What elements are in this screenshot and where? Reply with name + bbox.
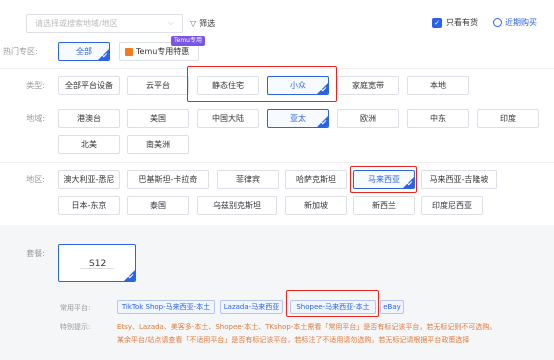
area-item-label: 澳大利亚-悉尼 [63, 175, 115, 184]
area-item[interactable]: 菲律宾 [217, 170, 279, 189]
type-item-label: 小众 [290, 81, 306, 90]
platform-tag-label: eBay [383, 303, 401, 311]
region-item[interactable]: 欧洲 [337, 109, 399, 128]
recent-purchase-label: 近期购买 [505, 18, 537, 27]
area-item[interactable]: 乌兹别克斯坦 [197, 196, 277, 215]
region-item[interactable]: 港澳台 [58, 109, 120, 128]
region-item-label: 南美洲 [146, 140, 170, 149]
package-card-underline [80, 268, 114, 269]
region-item-label: 中东 [430, 114, 446, 123]
hot-zone-label: 热门专区: [3, 47, 38, 56]
hot-all-button[interactable]: 全部 [58, 42, 110, 61]
type-niche-button[interactable]: 小众 [267, 76, 329, 95]
platform-tag-lazada: Lazada-马来西亚 [220, 300, 283, 314]
type-cloud-button[interactable]: 云平台 [127, 76, 189, 95]
type-item-label: 家庭宽带 [352, 81, 384, 90]
only-stock-label: 只看有货 [446, 18, 478, 27]
recent-purchase-link[interactable]: 近期购买 [493, 17, 537, 28]
platforms-label: 常用平台: [60, 304, 91, 312]
tips-line-2: 某余平台/站点请查看「不适用平台」是否有标记该平台，若标注了不适用请勿选购，若无… [117, 336, 470, 344]
hot-all-label: 全部 [76, 47, 92, 56]
area-item-label: 乌兹别克斯坦 [213, 201, 261, 210]
platform-tag-shopee: Shopee-马来西亚-本土 [290, 300, 376, 314]
area-item-label: 印度尼西亚 [432, 201, 472, 210]
region-item[interactable]: 南美洲 [127, 135, 189, 154]
platform-tag-label: TikTok Shop-马来西亚-本土 [121, 303, 211, 311]
area-item[interactable]: 澳大利亚-悉尼 [58, 170, 120, 189]
region-item-apac[interactable]: 亚太 [267, 109, 329, 128]
region-search-select[interactable]: 请选择或搜索地域/地区 ⌵ [26, 14, 183, 33]
region-item[interactable]: 印度 [477, 109, 539, 128]
region-item-label: 欧洲 [360, 114, 376, 123]
area-item-label: 菲律宾 [236, 175, 260, 184]
chevron-down-icon: ⌵ [167, 18, 174, 27]
area-item[interactable]: 巴基斯坦-卡拉奇 [127, 170, 209, 189]
package-label: 套餐: [26, 249, 45, 258]
platform-tag-label: Lazada-马来西亚 [223, 303, 280, 311]
clock-icon [493, 18, 502, 27]
region-item-label: 北美 [81, 140, 97, 149]
type-item-label: 全部平台设备 [65, 81, 113, 90]
area-item[interactable]: 哈萨克斯坦 [285, 170, 347, 189]
region-item-label: 中国大陆 [212, 114, 244, 123]
area-item-malaysia[interactable]: 马来西亚 [353, 170, 415, 189]
type-label: 类型: [26, 81, 45, 90]
package-card-s12[interactable]: S12 [58, 244, 136, 282]
region-item[interactable]: 中东 [407, 109, 469, 128]
area-label: 地区: [26, 175, 45, 184]
area-item-label: 哈萨克斯坦 [296, 175, 336, 184]
region-item-label: 亚太 [290, 114, 306, 123]
region-item-label: 港澳台 [77, 114, 101, 123]
filter-label: 筛选 [199, 19, 216, 28]
region-label: 地域: [26, 114, 45, 123]
type-item-label: 本地 [430, 81, 446, 90]
area-item[interactable]: 日本-东京 [58, 196, 120, 215]
section-divider [0, 68, 554, 69]
area-item[interactable]: 印度尼西亚 [421, 196, 483, 215]
area-item-label: 泰国 [150, 201, 166, 210]
type-local-button[interactable]: 本地 [407, 76, 469, 95]
area-item-label: 马来西亚-吉隆坡 [429, 175, 489, 184]
area-item-label: 新西兰 [372, 201, 396, 210]
temu-logo-icon [125, 47, 133, 56]
area-item-label: 马来西亚 [368, 175, 400, 184]
area-item[interactable]: 新加坡 [285, 196, 347, 215]
platform-tag-ebay: eBay [380, 300, 404, 314]
section-divider [0, 162, 554, 163]
only-stock-checkbox[interactable]: ✓ 只看有货 [432, 17, 478, 28]
tips-label: 特别提示: [60, 323, 91, 331]
area-item-label: 日本-东京 [71, 201, 107, 210]
filter-button[interactable]: ▽ 筛选 [190, 18, 215, 29]
type-item-label: 静态住宅 [212, 81, 244, 90]
region-item[interactable]: 中国大陆 [197, 109, 259, 128]
type-static-residential-button[interactable]: 静态住宅 [197, 76, 259, 95]
checkbox-checked-icon: ✓ [432, 17, 442, 28]
region-item[interactable]: 美国 [127, 109, 189, 128]
region-item[interactable]: 北美 [58, 135, 120, 154]
region-search-placeholder: 请选择或搜索地域/地区 [35, 19, 118, 28]
platform-tag-label: Shopee-马来西亚-本土 [296, 303, 370, 311]
type-all-platform-button[interactable]: 全部平台设备 [58, 76, 120, 95]
temu-special-label: Temu专用特惠 [136, 47, 190, 56]
funnel-icon: ▽ [190, 19, 197, 28]
area-item-label: 新加坡 [304, 201, 328, 210]
region-item-label: 印度 [500, 114, 516, 123]
temu-badge: Temu专用 [171, 36, 205, 46]
type-item-label: 云平台 [146, 81, 170, 90]
area-item-label: 巴基斯坦-卡拉奇 [138, 175, 198, 184]
area-item[interactable]: 马来西亚-吉隆坡 [421, 170, 497, 189]
platform-tag-tiktok: TikTok Shop-马来西亚-本土 [117, 300, 215, 314]
type-home-broadband-button[interactable]: 家庭宽带 [337, 76, 399, 95]
tips-line-1: Etsy、Lazada、美客多-本土、Shopee-本土、TKshop-本土需看… [117, 323, 497, 331]
area-item[interactable]: 新西兰 [353, 196, 415, 215]
region-item-label: 美国 [150, 114, 166, 123]
area-item[interactable]: 泰国 [127, 196, 189, 215]
